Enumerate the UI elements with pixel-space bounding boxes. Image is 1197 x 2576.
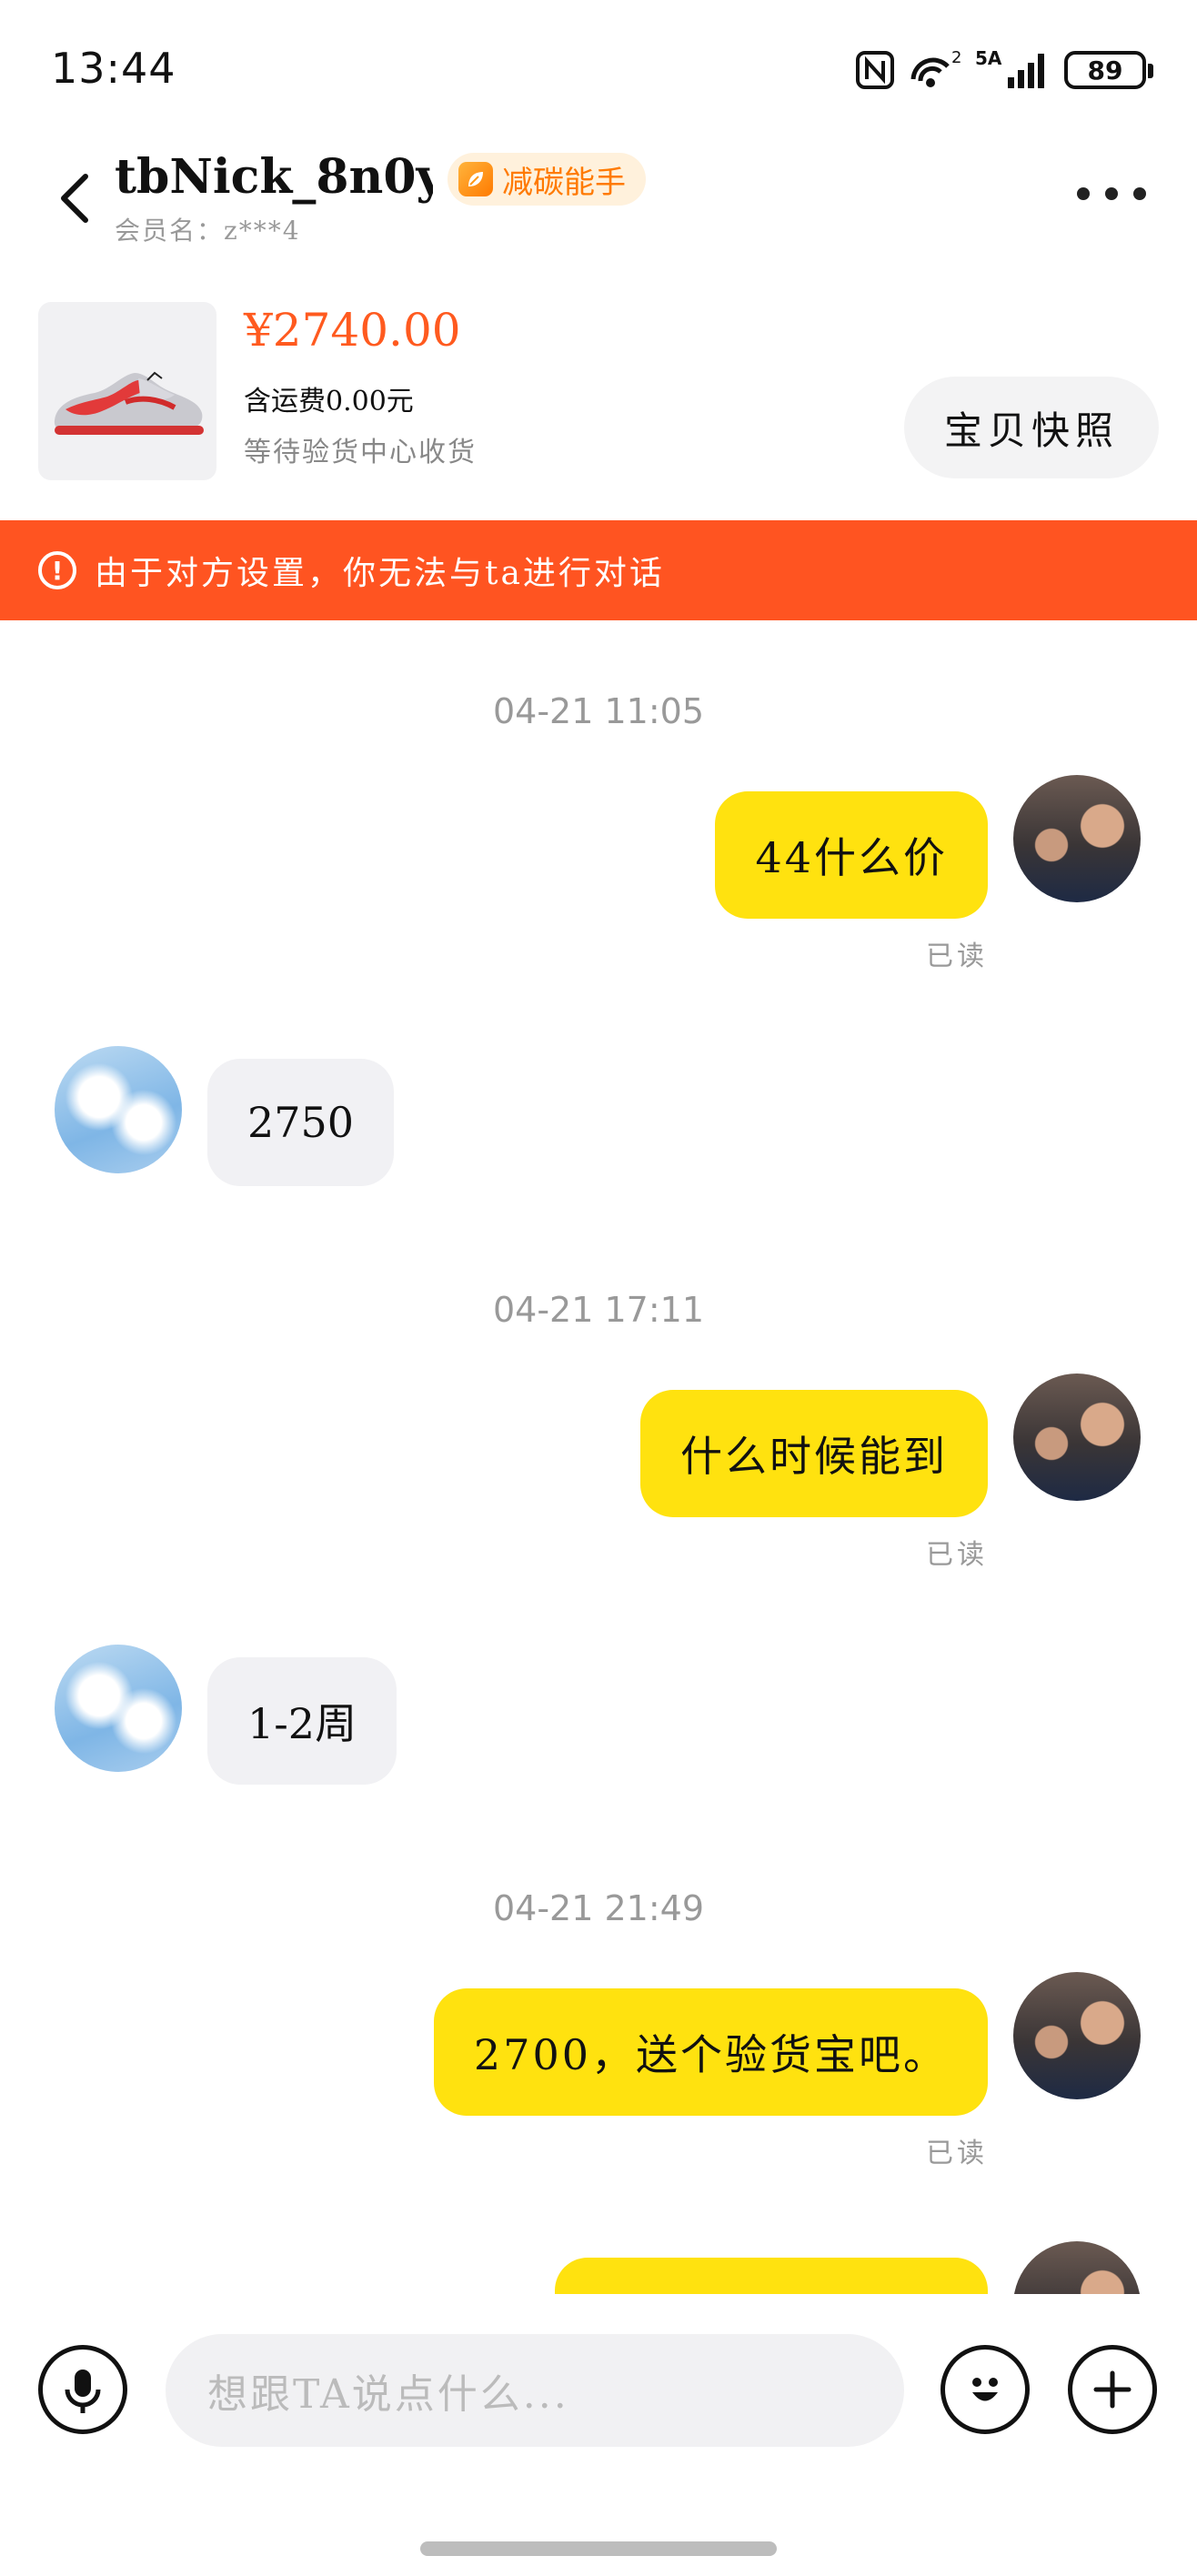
more-dot bbox=[1105, 187, 1118, 200]
avatar-contact[interactable] bbox=[55, 1046, 182, 1173]
voice-button[interactable] bbox=[38, 2345, 127, 2434]
member-name: 会员名：z***4 bbox=[115, 216, 301, 246]
svg-text:5A: 5A bbox=[975, 48, 1002, 69]
plus-button[interactable] bbox=[1068, 2345, 1157, 2434]
back-button[interactable] bbox=[45, 156, 109, 238]
message-bubble-self[interactable] bbox=[555, 2258, 988, 2294]
warning-banner: ! 由于对方设置，你无法与ta进行对话 bbox=[0, 520, 1197, 620]
badge-label: 减碳能手 bbox=[502, 164, 626, 201]
hotspot-icon: 2 bbox=[910, 48, 961, 87]
more-dot bbox=[1077, 187, 1090, 200]
banner-text: 由于对方设置，你无法与ta进行对话 bbox=[95, 555, 665, 592]
chat-area[interactable]: 04-21 11:05 44什么价 已读 2750 04-21 17:11 什么… bbox=[0, 620, 1197, 2294]
emoji-icon bbox=[972, 2378, 998, 2401]
plus-icon bbox=[1093, 2370, 1132, 2409]
message-input[interactable]: 想跟TA说点什么... bbox=[166, 2334, 904, 2447]
status-time: 13:44 bbox=[51, 44, 176, 93]
order-status: 等待验货中心收货 bbox=[244, 437, 477, 468]
nfc-icon bbox=[856, 51, 894, 89]
sneaker-icon bbox=[54, 371, 204, 435]
message-bubble-contact[interactable]: 2750 bbox=[207, 1059, 395, 1186]
more-button[interactable] bbox=[1077, 180, 1146, 207]
leaf-icon bbox=[458, 162, 493, 196]
message-bubble-self[interactable]: 什么时候能到 bbox=[640, 1390, 988, 1517]
alert-icon: ! bbox=[38, 551, 76, 589]
message-bubble-contact[interactable]: 1-2周 bbox=[207, 1657, 397, 1785]
read-receipt: 已读 bbox=[926, 941, 988, 972]
avatar-self[interactable] bbox=[1013, 2241, 1141, 2294]
read-receipt: 已读 bbox=[926, 2138, 988, 2169]
product-price: ¥2740.00 bbox=[244, 304, 461, 357]
message-bubble-self[interactable]: 44什么价 bbox=[715, 791, 988, 919]
message-bubble-self[interactable]: 2700，送个验货宝吧。 bbox=[433, 1988, 988, 2116]
shipping-fee: 含运费0.00元 bbox=[244, 386, 414, 418]
message-timestamp: 04-21 17:11 bbox=[492, 1290, 704, 1330]
input-bar: 想跟TA说点什么... bbox=[0, 2294, 1197, 2476]
contact-nickname[interactable]: tbNick_8n0yl bbox=[115, 149, 433, 205]
avatar-self[interactable] bbox=[1013, 1972, 1141, 2099]
chevron-left-icon bbox=[61, 174, 88, 223]
emoji-button[interactable] bbox=[940, 2345, 1030, 2434]
more-dot bbox=[1133, 187, 1146, 200]
battery-indicator: 89 bbox=[1064, 51, 1153, 89]
avatar-self[interactable] bbox=[1013, 1374, 1141, 1501]
avatar-contact[interactable] bbox=[55, 1645, 182, 1772]
avatar-self[interactable] bbox=[1013, 775, 1141, 902]
home-indicator[interactable] bbox=[420, 2541, 777, 2556]
message-timestamp: 04-21 21:49 bbox=[492, 1888, 704, 1928]
status-icons: 2 5A 89 bbox=[855, 47, 1153, 93]
svg-text:2: 2 bbox=[951, 48, 961, 67]
product-image[interactable] bbox=[38, 302, 216, 480]
microphone-icon bbox=[65, 2370, 101, 2413]
chat-header: tbNick_8n0yl 减碳能手 会员名：z***4 bbox=[0, 136, 1197, 255]
snapshot-button[interactable]: 宝贝快照 bbox=[904, 377, 1159, 478]
signal-icon: 5A bbox=[975, 48, 1044, 88]
carbon-badge[interactable]: 减碳能手 bbox=[448, 153, 646, 206]
status-bar: 13:44 2 5A 89 bbox=[0, 0, 1197, 136]
read-receipt: 已读 bbox=[926, 1539, 988, 1571]
product-card[interactable]: ¥2740.00 含运费0.00元 等待验货中心收货 宝贝快照 bbox=[0, 291, 1197, 491]
message-timestamp: 04-21 11:05 bbox=[492, 691, 704, 731]
